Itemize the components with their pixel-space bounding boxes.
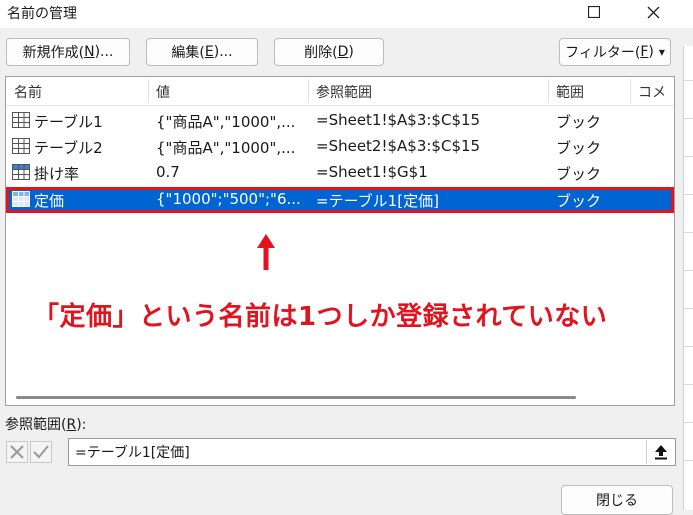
new-button-accesskey: N	[84, 44, 95, 60]
filter-button-suffix: )	[648, 44, 654, 60]
list-row-table1[interactable]: テーブル1 {"商品A","1000",... =Sheet1!$A$3:$C$…	[6, 108, 674, 134]
row-name: 掛け率	[34, 165, 80, 183]
delete-button-accesskey: D	[337, 44, 349, 60]
row-value: 0.7	[156, 163, 180, 181]
ref-label-accesskey: R	[66, 417, 77, 433]
delete-button-label: 削除(	[304, 45, 338, 61]
row-name: テーブル1	[34, 113, 103, 131]
chevron-down-icon: ▾	[658, 45, 665, 59]
cancel-edit-icon[interactable]	[6, 441, 28, 463]
annotation-text: 「定価」という名前は1つしか登録されていない	[33, 302, 608, 332]
new-button-label: 新規作成(	[22, 45, 85, 61]
title-bar: 名前の管理	[0, 0, 693, 28]
row-ref: =テーブル1[定価]	[316, 192, 439, 210]
row-scope: ブック	[556, 165, 602, 183]
list-header: 名前 値 参照範囲 範囲 コメ	[6, 77, 674, 106]
ref-label-suffix: ):	[76, 417, 87, 433]
row-name: 定価	[34, 192, 65, 210]
row-value: {"商品A","1000",...	[156, 113, 296, 131]
column-header-scope[interactable]: 範囲	[556, 82, 584, 102]
maximize-button[interactable]	[574, 0, 614, 24]
edit-button[interactable]: 編集(E)...	[146, 38, 258, 66]
close-icon	[647, 6, 659, 18]
row-value: {"商品A","1000",...	[156, 139, 296, 157]
close-window-button[interactable]	[633, 0, 673, 24]
named-range-icon	[12, 191, 30, 207]
row-name: テーブル2	[34, 139, 103, 157]
row-ref: =Sheet2!$A$3:$C$15	[316, 137, 481, 155]
close-button[interactable]: 閉じる	[561, 485, 673, 515]
names-list[interactable]: 名前 値 参照範囲 範囲 コメ テーブル1 {"商品A","1000",... …	[5, 76, 675, 406]
named-range-icon	[12, 164, 30, 180]
annotation-arrow-icon	[257, 234, 275, 270]
upload-arrow-icon	[655, 445, 667, 460]
delete-button-suffix: )	[348, 44, 354, 60]
edit-button-suffix: )...	[213, 44, 233, 60]
column-header-ref[interactable]: 参照範囲	[316, 82, 372, 102]
ref-range-input[interactable]	[68, 438, 676, 466]
row-ref: =Sheet1!$G$1	[316, 163, 428, 181]
row-scope: ブック	[556, 139, 602, 157]
table-icon	[12, 112, 30, 128]
list-row-rate[interactable]: 掛け率 0.7 =Sheet1!$G$1 ブック	[6, 160, 674, 186]
filter-button-accesskey: F	[640, 44, 649, 60]
new-button[interactable]: 新規作成(N)...	[6, 38, 130, 66]
confirm-edit-icon[interactable]	[30, 441, 52, 463]
window-title: 名前の管理	[7, 6, 77, 22]
row-value: {"1000";"500";"6...	[156, 190, 301, 208]
collapse-dialog-button[interactable]	[646, 440, 675, 464]
table-icon	[12, 138, 30, 154]
ref-label-text: 参照範囲(	[5, 417, 67, 433]
horizontal-scrollbar[interactable]	[16, 396, 576, 399]
row-scope: ブック	[556, 113, 602, 131]
column-header-comment[interactable]: コメ	[638, 82, 666, 102]
list-row-list-price[interactable]: 定価 {"1000";"500";"6... =テーブル1[定価] ブック	[6, 187, 674, 213]
close-button-label: 閉じる	[596, 493, 638, 509]
column-header-value[interactable]: 値	[156, 82, 170, 102]
row-scope: ブック	[556, 192, 602, 210]
edit-button-accesskey: E	[204, 44, 214, 60]
delete-button[interactable]: 削除(D)	[274, 38, 384, 66]
row-ref: =Sheet1!$A$3:$C$15	[316, 111, 481, 129]
new-button-suffix: )...	[94, 44, 114, 60]
column-header-name[interactable]: 名前	[14, 82, 42, 102]
filter-button-label: フィルター(	[565, 45, 641, 61]
edit-button-label: 編集(	[171, 45, 205, 61]
background-sheet-strip	[683, 46, 693, 510]
list-row-table2[interactable]: テーブル2 {"商品A","1000",... =Sheet2!$A$3:$C$…	[6, 134, 674, 160]
filter-button[interactable]: フィルター(F) ▾	[559, 38, 671, 66]
maximize-icon	[588, 6, 600, 18]
ref-range-label: 参照範囲(R):	[5, 414, 86, 434]
